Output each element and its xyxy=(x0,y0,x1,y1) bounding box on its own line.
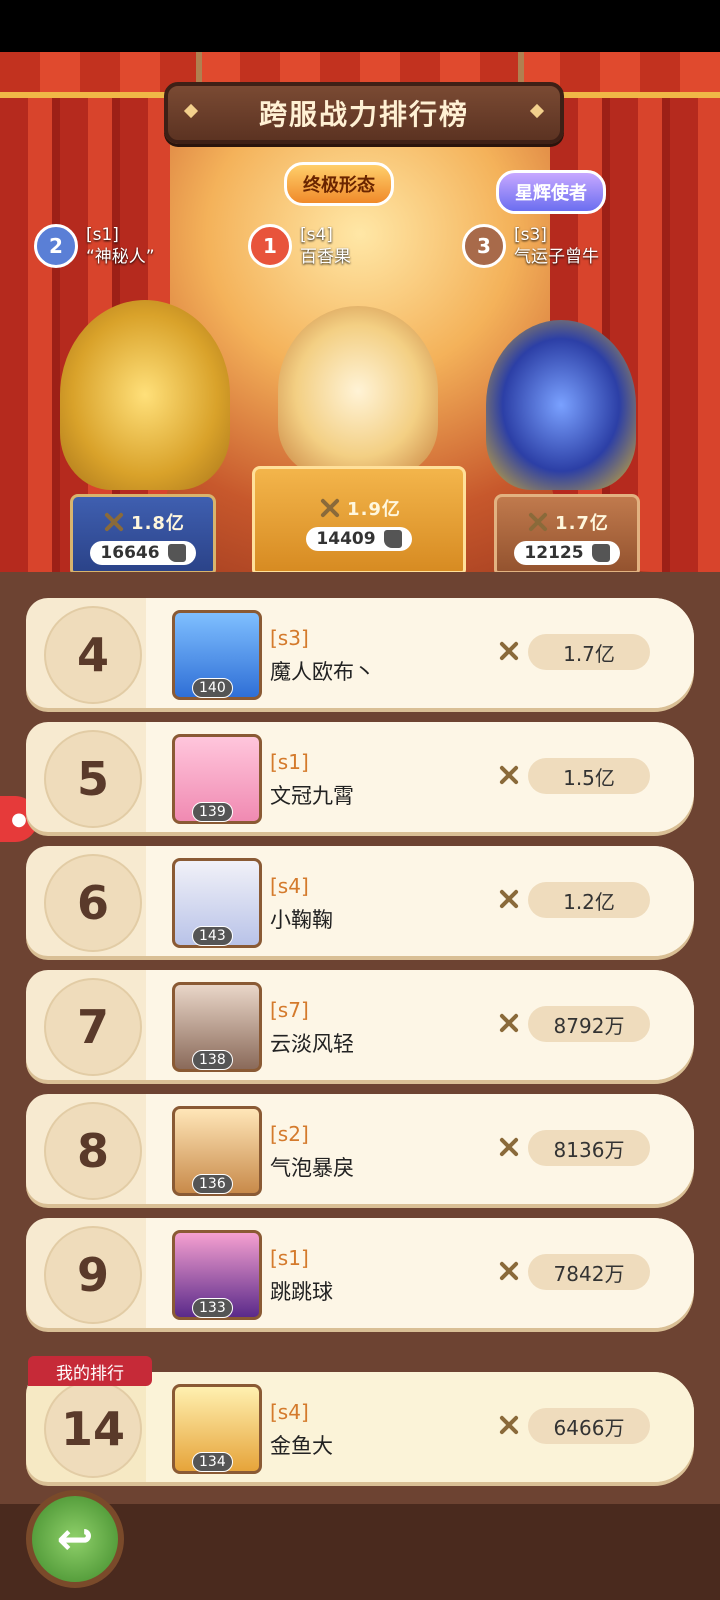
player-name: 魔人欧布丶 xyxy=(270,660,375,684)
level-badge: 140 xyxy=(192,678,233,698)
like-button[interactable]: 16646 xyxy=(90,541,196,565)
my-rank-row[interactable]: 14 134 [s4] 金鱼大 6466万 xyxy=(26,1372,694,1482)
server-tag: [s1] xyxy=(86,225,119,245)
player-name: 气运子曾牛 xyxy=(514,247,599,267)
level-badge: 133 xyxy=(192,1298,233,1318)
rank-row[interactable]: 7 138 [s7] 云淡风轻 8792万 xyxy=(26,970,694,1080)
crossed-swords-icon xyxy=(317,495,343,521)
player-name: 气泡暴戾 xyxy=(270,1156,354,1180)
like-count: 12125 xyxy=(524,543,584,563)
player-name: 小鞠鞠 xyxy=(270,908,333,932)
ultimate-form-tag: 终极形态 xyxy=(284,162,394,206)
hero-rank3-character[interactable] xyxy=(486,320,636,490)
power-value: 1.8亿 xyxy=(131,513,185,534)
thumb-up-icon xyxy=(591,544,610,562)
rank-number: 14 xyxy=(44,1380,142,1478)
decor-diamond xyxy=(529,103,545,119)
crossed-swords-icon xyxy=(496,1010,522,1036)
rank-number: 6 xyxy=(44,854,142,952)
rank-number: 8 xyxy=(44,1102,142,1200)
level-badge: 134 xyxy=(192,1452,233,1472)
crossed-swords-icon xyxy=(496,1412,522,1438)
rank-number: 4 xyxy=(44,606,142,704)
back-button[interactable]: ↩ xyxy=(26,1490,124,1588)
player-name: 百香果 xyxy=(300,247,351,267)
rank-medal-icon: 2 xyxy=(34,224,78,268)
level-badge: 138 xyxy=(192,1050,233,1070)
status-bar xyxy=(0,0,720,52)
title-board: 跨服战力排行榜 xyxy=(164,82,564,144)
player-name: 跳跳球 xyxy=(270,1280,333,1304)
server-tag: [s2] xyxy=(270,1122,309,1146)
player-name: 云淡风轻 xyxy=(270,1032,354,1056)
podium-label-rank1[interactable]: 1 [s4] 百香果 xyxy=(248,218,351,274)
rank-medal-icon: 1 xyxy=(248,224,292,268)
thumb-up-icon xyxy=(167,544,186,562)
power-value: 8136万 xyxy=(528,1130,650,1166)
crossed-swords-icon xyxy=(525,509,551,535)
pedestal-rank2: 1.8亿 16646 xyxy=(70,494,216,574)
pedestal-rank3: 1.7亿 12125 xyxy=(494,494,640,574)
server-tag: [s4] xyxy=(270,1400,309,1424)
power-value: 1.7亿 xyxy=(528,634,650,670)
power-value: 1.5亿 xyxy=(528,758,650,794)
power-value: 1.7亿 xyxy=(555,513,609,534)
like-button[interactable]: 12125 xyxy=(514,541,620,565)
crossed-swords-icon xyxy=(496,886,522,912)
crossed-swords-icon xyxy=(496,762,522,788)
power-value: 6466万 xyxy=(528,1408,650,1444)
power-value: 1.9亿 xyxy=(347,499,401,520)
player-name: “神秘人” xyxy=(86,247,155,267)
like-button[interactable]: 14409 xyxy=(306,527,412,551)
power-value: 1.2亿 xyxy=(528,882,650,918)
server-tag: [s3] xyxy=(514,225,547,245)
power-value: 7842万 xyxy=(528,1254,650,1290)
server-tag: [s3] xyxy=(270,626,309,650)
my-rank-label: 我的排行 xyxy=(28,1356,152,1386)
rank-row[interactable]: 8 136 [s2] 气泡暴戾 8136万 xyxy=(26,1094,694,1204)
hero-rank2-character[interactable] xyxy=(60,300,230,490)
podium-label-rank2[interactable]: 2 [s1] “神秘人” xyxy=(34,218,155,274)
pedestal-rank1: 1.9亿 14409 xyxy=(252,466,466,574)
level-badge: 139 xyxy=(192,802,233,822)
page-title: 跨服战力排行榜 xyxy=(258,98,469,131)
server-tag: [s1] xyxy=(270,1246,309,1270)
rank-number: 7 xyxy=(44,978,142,1076)
rank-row[interactable]: 4 140 [s3] 魔人欧布丶 1.7亿 xyxy=(26,598,694,708)
crossed-swords-icon xyxy=(101,509,127,535)
level-badge: 136 xyxy=(192,1174,233,1194)
rank-number: 9 xyxy=(44,1226,142,1324)
player-name: 文冠九霄 xyxy=(270,784,354,808)
rank-medal-icon: 3 xyxy=(462,224,506,268)
like-count: 14409 xyxy=(316,529,376,549)
power-value: 8792万 xyxy=(528,1006,650,1042)
podium-label-rank3[interactable]: 3 [s3] 气运子曾牛 xyxy=(462,218,599,274)
crossed-swords-icon xyxy=(496,638,522,664)
hero-rank1-character[interactable] xyxy=(278,306,438,476)
crossed-swords-icon xyxy=(496,1258,522,1284)
rank-row[interactable]: 6 143 [s4] 小鞠鞠 1.2亿 xyxy=(26,846,694,956)
server-tag: [s1] xyxy=(270,750,309,774)
rank-number: 5 xyxy=(44,730,142,828)
rank-row[interactable]: 5 139 [s1] 文冠九霄 1.5亿 xyxy=(26,722,694,832)
server-tag: [s4] xyxy=(270,874,309,898)
like-count: 16646 xyxy=(100,543,160,563)
level-badge: 143 xyxy=(192,926,233,946)
rank-row[interactable]: 9 133 [s1] 跳跳球 7842万 xyxy=(26,1218,694,1328)
crossed-swords-icon xyxy=(496,1134,522,1160)
server-tag: [s4] xyxy=(300,225,333,245)
back-arrow-icon: ↩ xyxy=(56,1513,94,1565)
thumb-up-icon xyxy=(383,530,402,548)
decor-diamond xyxy=(183,103,199,119)
player-name: 金鱼大 xyxy=(270,1434,333,1458)
star-envoy-tag: 星辉使者 xyxy=(496,170,606,214)
server-tag: [s7] xyxy=(270,998,309,1022)
